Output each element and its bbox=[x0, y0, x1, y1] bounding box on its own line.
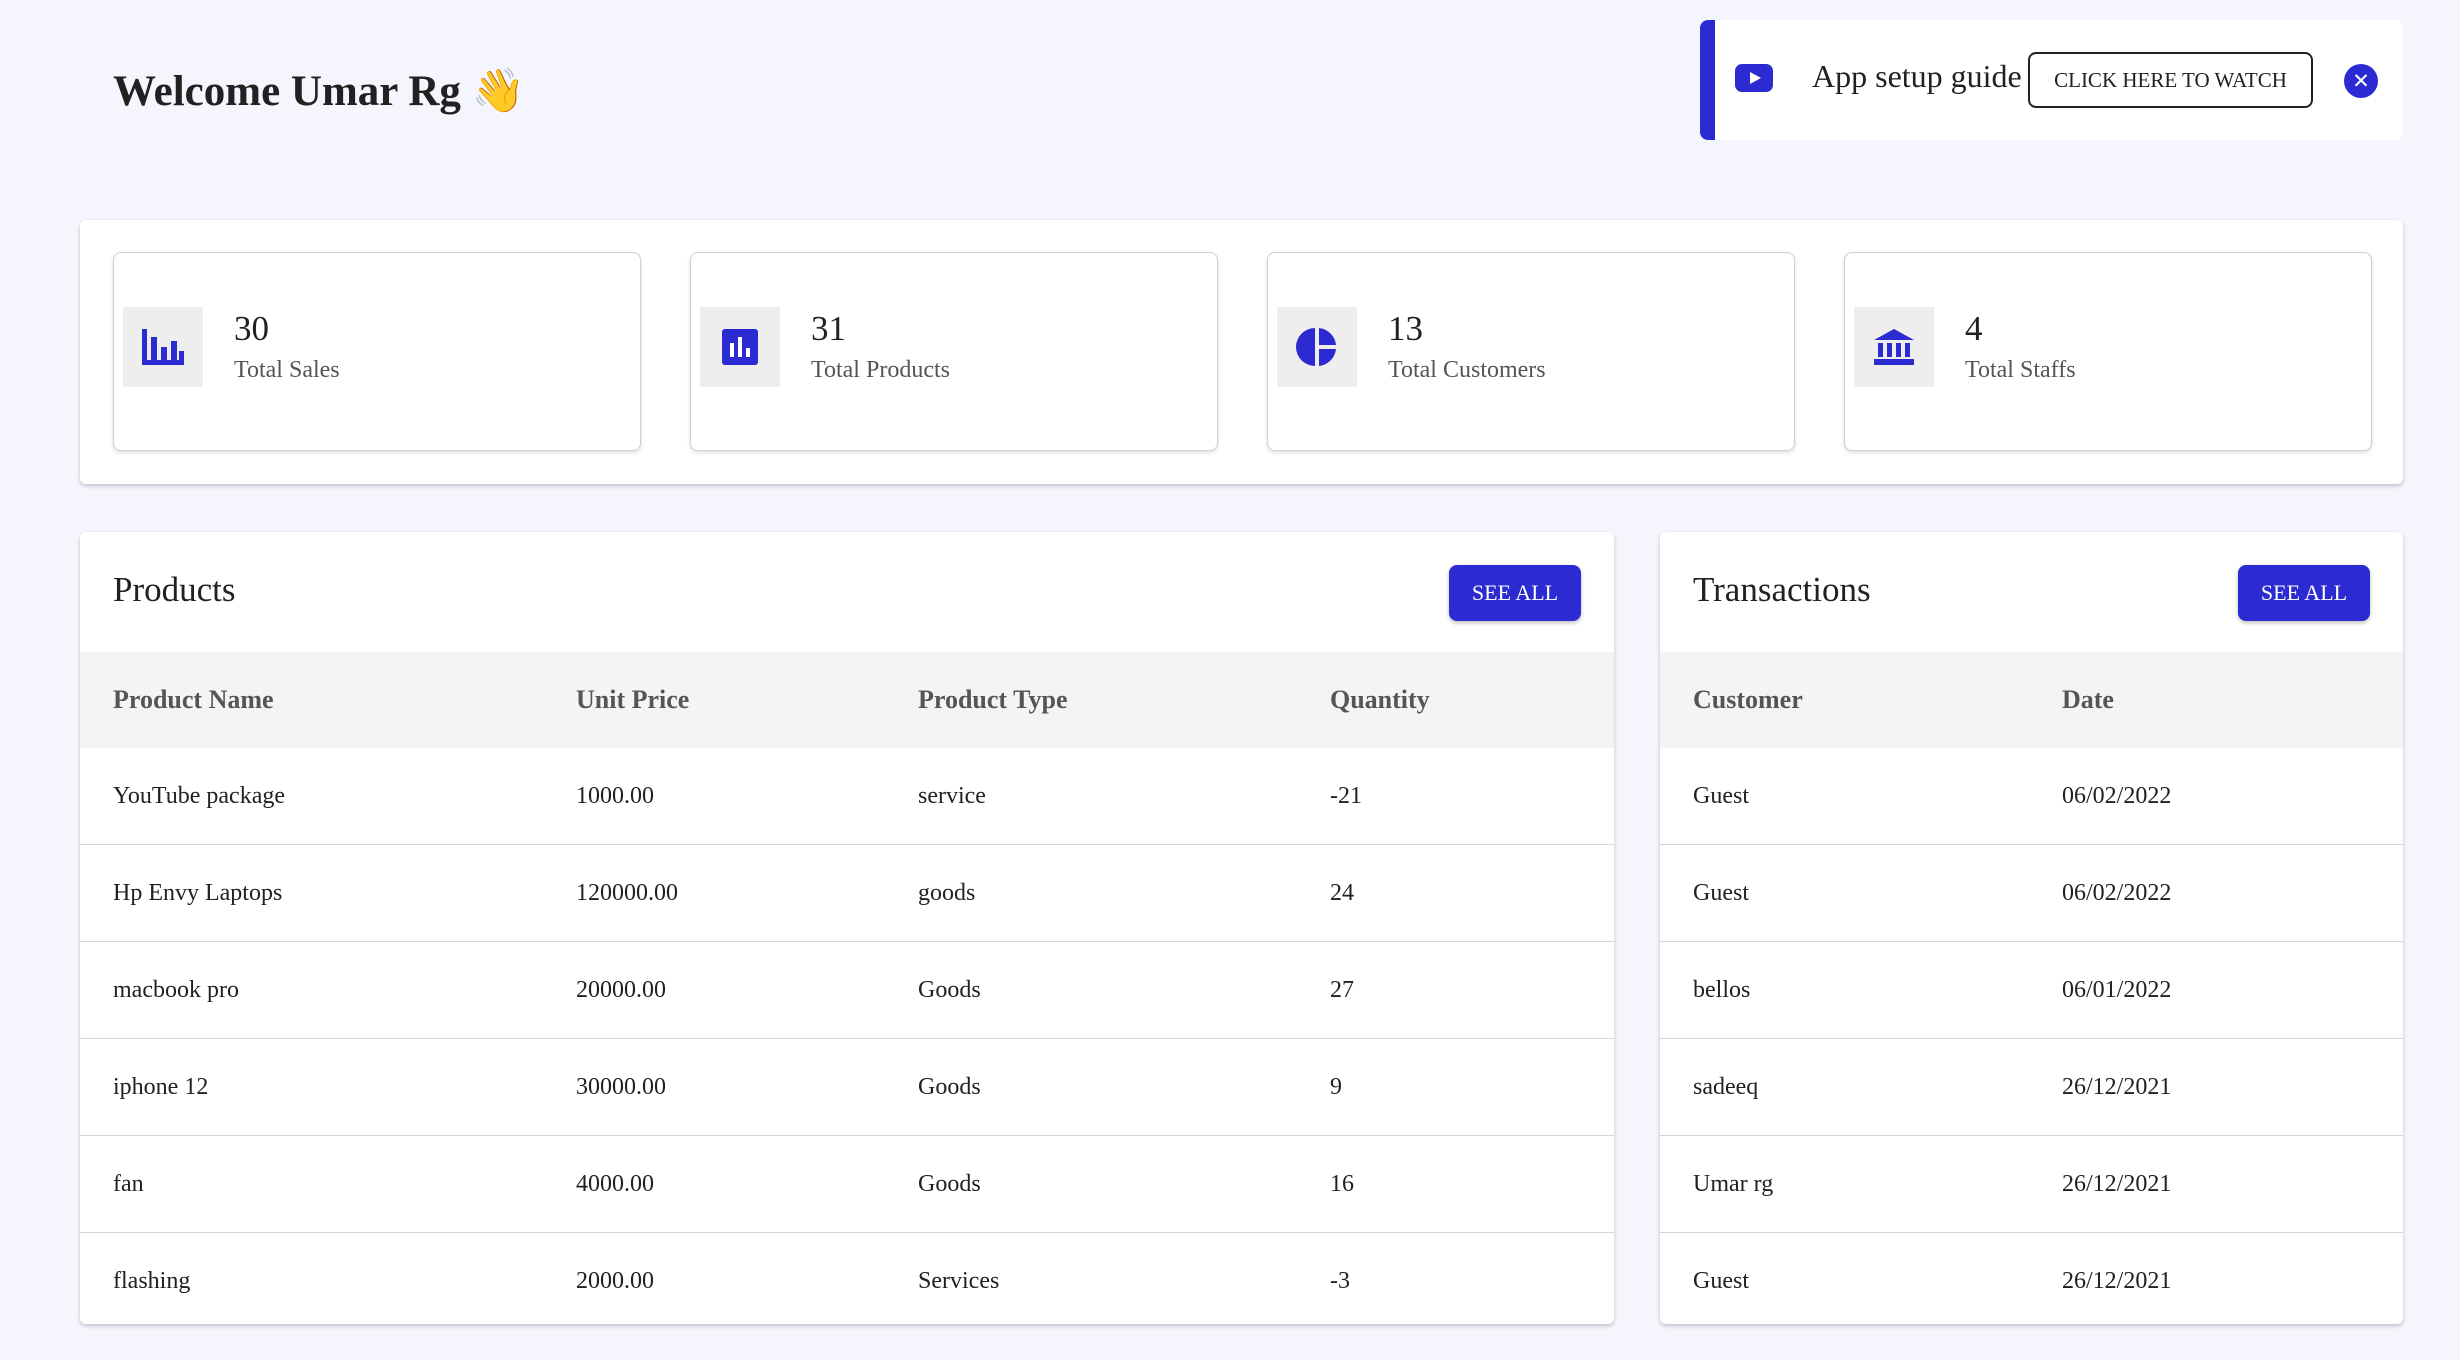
unit-price: 1000.00 bbox=[576, 783, 654, 809]
quantity: 9 bbox=[1330, 1074, 1342, 1100]
youtube-icon bbox=[1735, 64, 1773, 92]
customer-name: Guest bbox=[1693, 783, 1749, 809]
column-header[interactable]: Date bbox=[2062, 652, 2114, 748]
stat-value: 4 bbox=[1965, 309, 1983, 348]
app-setup-guide-banner: App setup guide CLICK HERE TO WATCH ✕ bbox=[1700, 20, 2403, 140]
unit-price: 30000.00 bbox=[576, 1074, 666, 1100]
column-header[interactable]: Unit Price bbox=[576, 652, 689, 748]
table-row[interactable]: Guest 06/02/2022 bbox=[1660, 748, 2403, 845]
products-title: Products bbox=[113, 570, 236, 609]
quantity: -21 bbox=[1330, 783, 1362, 809]
customer-name: Guest bbox=[1693, 880, 1749, 906]
stat-label: Total Customers bbox=[1388, 357, 1546, 383]
table-row[interactable]: YouTube package 1000.00 service -21 bbox=[80, 748, 1614, 845]
product-name: iphone 12 bbox=[113, 1074, 209, 1100]
table-row[interactable]: macbook pro 20000.00 Goods 27 bbox=[80, 942, 1614, 1039]
quantity: 27 bbox=[1330, 977, 1354, 1003]
stat-value: 31 bbox=[811, 309, 846, 348]
welcome-heading: Welcome Umar Rg 👋 bbox=[113, 68, 526, 115]
stat-value: 13 bbox=[1388, 309, 1423, 348]
products-card: Products SEE ALL Product Name Unit Price… bbox=[80, 532, 1614, 1324]
table-row[interactable]: fan 4000.00 Goods 16 bbox=[80, 1136, 1614, 1233]
table-row[interactable]: sadeeq 26/12/2021 bbox=[1660, 1039, 2403, 1136]
unit-price: 120000.00 bbox=[576, 880, 678, 906]
product-name: flashing bbox=[113, 1268, 191, 1294]
transactions-card: Transactions SEE ALL Customer Date Guest… bbox=[1660, 532, 2403, 1324]
table-header: Customer Date bbox=[1660, 652, 2403, 748]
table-row[interactable]: bellos 06/01/2022 bbox=[1660, 942, 2403, 1039]
product-type: Goods bbox=[918, 1074, 981, 1100]
table-row[interactable]: iphone 12 30000.00 Goods 9 bbox=[80, 1039, 1614, 1136]
close-icon[interactable]: ✕ bbox=[2344, 64, 2378, 98]
unit-price: 20000.00 bbox=[576, 977, 666, 1003]
unit-price: 2000.00 bbox=[576, 1268, 654, 1294]
stat-card-total-customers: 13 Total Customers bbox=[1267, 252, 1795, 451]
watch-guide-button[interactable]: CLICK HERE TO WATCH bbox=[2028, 52, 2313, 108]
product-type: goods bbox=[918, 880, 976, 906]
stat-card-total-staffs: 4 Total Staffs bbox=[1844, 252, 2372, 451]
transactions-title: Transactions bbox=[1693, 570, 1871, 609]
bank-icon bbox=[1854, 307, 1934, 387]
guide-title: App setup guide bbox=[1812, 58, 2022, 94]
products-table: Product Name Unit Price Product Type Qua… bbox=[80, 652, 1614, 1324]
stat-label: Total Staffs bbox=[1965, 357, 2076, 383]
table-row[interactable]: Guest 26/12/2021 bbox=[1660, 1233, 2403, 1324]
stat-value: 30 bbox=[234, 309, 269, 348]
transaction-date: 26/12/2021 bbox=[2062, 1268, 2172, 1294]
table-row[interactable]: Hp Envy Laptops 120000.00 goods 24 bbox=[80, 845, 1614, 942]
column-header[interactable]: Product Name bbox=[113, 652, 274, 748]
quantity: 16 bbox=[1330, 1171, 1354, 1197]
column-header[interactable]: Quantity bbox=[1330, 652, 1430, 748]
products-see-all-button[interactable]: SEE ALL bbox=[1449, 565, 1581, 621]
transaction-date: 26/12/2021 bbox=[2062, 1074, 2172, 1100]
bar-chart-icon bbox=[123, 307, 203, 387]
transaction-date: 06/02/2022 bbox=[2062, 880, 2172, 906]
stat-label: Total Sales bbox=[234, 357, 340, 383]
quantity: -3 bbox=[1330, 1268, 1350, 1294]
pie-chart-icon bbox=[1277, 307, 1357, 387]
product-type: Services bbox=[918, 1268, 1000, 1294]
column-header[interactable]: Customer bbox=[1693, 652, 1803, 748]
stat-card-total-sales: 30 Total Sales bbox=[113, 252, 641, 451]
guide-accent-bar bbox=[1700, 20, 1715, 140]
table-header: Product Name Unit Price Product Type Qua… bbox=[80, 652, 1614, 748]
quantity: 24 bbox=[1330, 880, 1354, 906]
stat-label: Total Products bbox=[811, 357, 950, 383]
transactions-see-all-button[interactable]: SEE ALL bbox=[2238, 565, 2370, 621]
product-name: fan bbox=[113, 1171, 144, 1197]
product-type: Goods bbox=[918, 977, 981, 1003]
customer-name: sadeeq bbox=[1693, 1074, 1759, 1100]
product-type: Goods bbox=[918, 1171, 981, 1197]
table-row[interactable]: Umar rg 26/12/2021 bbox=[1660, 1136, 2403, 1233]
transaction-date: 26/12/2021 bbox=[2062, 1171, 2172, 1197]
chart-box-icon bbox=[700, 307, 780, 387]
transactions-table: Customer Date Guest 06/02/2022 Guest 06/… bbox=[1660, 652, 2403, 1324]
unit-price: 4000.00 bbox=[576, 1171, 654, 1197]
table-row[interactable]: Guest 06/02/2022 bbox=[1660, 845, 2403, 942]
column-header[interactable]: Product Type bbox=[918, 652, 1068, 748]
product-name: macbook pro bbox=[113, 977, 239, 1003]
transaction-date: 06/02/2022 bbox=[2062, 783, 2172, 809]
stat-card-total-products: 31 Total Products bbox=[690, 252, 1218, 451]
customer-name: bellos bbox=[1693, 977, 1751, 1003]
table-row[interactable]: flashing 2000.00 Services -3 bbox=[80, 1233, 1614, 1324]
customer-name: Guest bbox=[1693, 1268, 1749, 1294]
stats-panel: 30 Total Sales 31 Total Products 13 Tota… bbox=[80, 220, 2403, 484]
product-type: service bbox=[918, 783, 986, 809]
transaction-date: 06/01/2022 bbox=[2062, 977, 2172, 1003]
product-name: Hp Envy Laptops bbox=[113, 880, 283, 906]
product-name: YouTube package bbox=[113, 783, 286, 809]
customer-name: Umar rg bbox=[1693, 1171, 1774, 1197]
